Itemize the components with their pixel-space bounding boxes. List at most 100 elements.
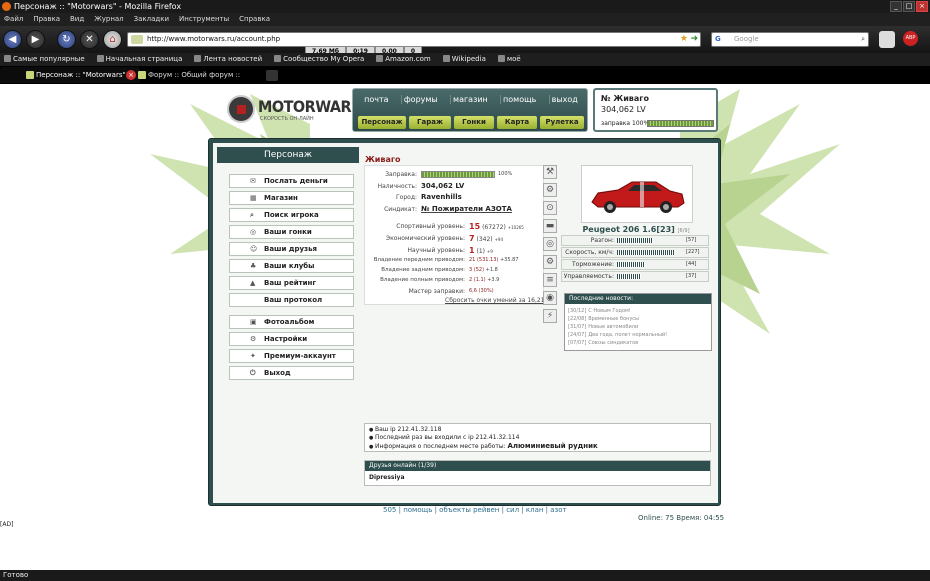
news-item[interactable]: [30/12] С Новым Годом! (565, 307, 711, 315)
engine-icon[interactable]: ⚙ (543, 183, 557, 197)
bookmark-item[interactable]: Wikipedia (443, 53, 486, 66)
user-summary: № Живаго 304,062 LV заправка 100% (593, 88, 718, 132)
brakes-icon[interactable]: ◉ (543, 291, 557, 305)
sidebar-item[interactable]: ♣ Ваши клубы (229, 259, 354, 273)
go-arrow-icon[interactable]: ➜ (690, 33, 698, 46)
transmission-icon[interactable]: ⚙ (543, 255, 557, 269)
sidebar-item[interactable]: ▦ Магазин (229, 191, 354, 205)
back-button[interactable]: ◀ (3, 30, 22, 49)
home-button[interactable]: ⌂ (103, 30, 122, 49)
bookmark-item[interactable]: моё (498, 53, 521, 66)
google-icon[interactable]: G (715, 33, 721, 46)
bookmark-item[interactable]: Самые популярные (4, 53, 85, 66)
bookmark-star-icon[interactable]: ★ (680, 33, 688, 46)
sidebar-item-label: Магазин (264, 194, 298, 202)
menu-help[interactable]: Справка (239, 13, 270, 26)
url-bar[interactable]: http://www.motorwars.ru/account.php ★ ➜ (127, 32, 701, 47)
sidebar-item[interactable]: ◎ Ваши гонки (229, 225, 354, 239)
fuel-progress-bar (421, 171, 495, 178)
footer-link[interactable]: сил (506, 506, 519, 514)
forward-button[interactable]: ▶ (26, 30, 45, 49)
car-image[interactable] (581, 165, 693, 223)
reload-button[interactable]: ↻ (57, 30, 76, 49)
bookmark-item[interactable]: Начальная страница (97, 53, 183, 66)
nav-mail[interactable]: почта (362, 95, 390, 104)
nav-forums[interactable]: форумы (400, 95, 440, 104)
wing-icon[interactable]: ▬ (543, 219, 557, 233)
close-button[interactable]: × (916, 1, 928, 12)
tab-forum[interactable]: Форум :: Общий форум :: "Motorwars" (118, 67, 266, 95)
online-time: Online: 75 Время: 04:55 (638, 514, 725, 522)
car-stat-row: Разгон: [57] (561, 235, 709, 246)
nav-garage-button[interactable]: Гараж (409, 116, 451, 129)
bookmark-item[interactable]: Лента новостей (194, 53, 262, 66)
nitro-icon[interactable]: ⚡ (543, 309, 557, 323)
search-icon[interactable]: ⌕ (861, 33, 865, 46)
footer-link[interactable]: объекты рейвен (439, 506, 499, 514)
sidebar-item-label: Ваши гонки (264, 228, 312, 236)
footer-link[interactable]: 505 (383, 506, 396, 514)
syndicate-label: Синдикат: (384, 206, 417, 213)
nav-exit[interactable]: выход (548, 95, 580, 104)
nav-races-button[interactable]: Гонки (454, 116, 494, 129)
sidebar-item[interactable]: ⌕ Поиск игрока (229, 208, 354, 222)
nav-shop[interactable]: магазин (450, 95, 490, 104)
news-item[interactable]: [07/07] Союзы синдикатов (565, 339, 711, 347)
footer-links: 505 | помощь | объекты рейвен | сил | кл… (383, 506, 567, 514)
sidebar-toggle-icon[interactable] (879, 31, 895, 48)
sidebar-item[interactable]: ▲ Ваш рейтинг (229, 276, 354, 290)
tab-favicon (26, 71, 34, 79)
tire-icon[interactable]: ◎ (543, 237, 557, 251)
reset-skills-link[interactable]: Сбросить очки умений за 16,217 LV (445, 297, 557, 304)
footer-link[interactable]: помощь (403, 506, 432, 514)
nav-map-button[interactable]: Карта (497, 116, 537, 129)
footer-link[interactable]: клан (526, 506, 544, 514)
sidebar-item[interactable]: ⚙ Настройки (229, 332, 354, 346)
suspension-icon[interactable]: ≡ (543, 273, 557, 287)
minimize-button[interactable]: _ (890, 1, 902, 12)
stop-button[interactable]: ✕ (80, 30, 99, 49)
new-tab-button[interactable] (266, 70, 278, 81)
bookmark-item[interactable]: Сообщество My Opera (274, 53, 364, 66)
news-item[interactable]: [22/08] Временные бонусы (565, 315, 711, 323)
bookmark-item[interactable]: Amazon.com (376, 53, 430, 66)
nav-help[interactable]: помощь (500, 95, 538, 104)
maximize-button[interactable]: □ (903, 1, 915, 12)
search-input[interactable]: G Google ⌕ (711, 32, 869, 47)
adblock-icon[interactable]: ABP (903, 31, 918, 46)
wrench-icon[interactable]: ⚒ (543, 165, 557, 179)
news-item[interactable]: [24/07] Два года, полет нормальный! (565, 331, 711, 339)
user-balance: 304,062 LV (601, 105, 646, 114)
sidebar-item[interactable]: ⏻ Выход (229, 366, 354, 380)
menu-view[interactable]: Вид (70, 13, 84, 26)
sidebar-item[interactable]: Ваш протокол (229, 293, 354, 307)
rating-icon: ▲ (250, 279, 256, 287)
car-stat-label: Разгон: (590, 237, 614, 244)
wheels-icon[interactable]: ⊙ (543, 201, 557, 215)
drive-value: 21 (531.13) +35.87 (469, 257, 519, 263)
nav-character-button[interactable]: Персонаж (358, 116, 406, 129)
car-name[interactable]: Peugeot 206 1.6[23] [6/9] (563, 225, 709, 234)
news-item[interactable]: [31/07] Новые автомобили (565, 323, 711, 331)
nav-roulette-button[interactable]: Рулетка (540, 116, 584, 129)
sidebar-item[interactable]: ☺ Ваши друзья (229, 242, 354, 256)
fuel-percent: 100% (498, 171, 513, 177)
footer-link[interactable]: азот (550, 506, 566, 514)
premium-icon: ✦ (250, 352, 256, 360)
friend-name[interactable]: Dipressiya (365, 471, 710, 481)
tab-label: Персонаж :: "Motorwars" (36, 71, 126, 79)
user-name[interactable]: № Живаго (601, 94, 649, 103)
menu-tools[interactable]: Инструменты (179, 13, 229, 26)
sidebar-item[interactable]: ✦ Премиум-аккаунт (229, 349, 354, 363)
status-bar: Готово (0, 570, 930, 581)
menu-file[interactable]: Файл (4, 13, 23, 26)
navigation-toolbar: ◀ ▶ ↻ ✕ ⌂ http://www.motorwars.ru/accoun… (0, 26, 930, 53)
menu-edit[interactable]: Правка (33, 13, 60, 26)
menu-history[interactable]: Журнал (94, 13, 123, 26)
site-favicon (131, 35, 143, 44)
sidebar-item[interactable]: ✉ Послать деньги (229, 174, 354, 188)
menu-bookmarks[interactable]: Закладки (134, 13, 169, 26)
sidebar-item[interactable]: ▣ Фотоальбом (229, 315, 354, 329)
syndicate-link[interactable]: № Пожиратели АЗОТА (421, 205, 512, 213)
site-logo[interactable]: MOTORWARS.RU СКОРОСТЬ ОН-ЛАЙН (227, 95, 388, 123)
